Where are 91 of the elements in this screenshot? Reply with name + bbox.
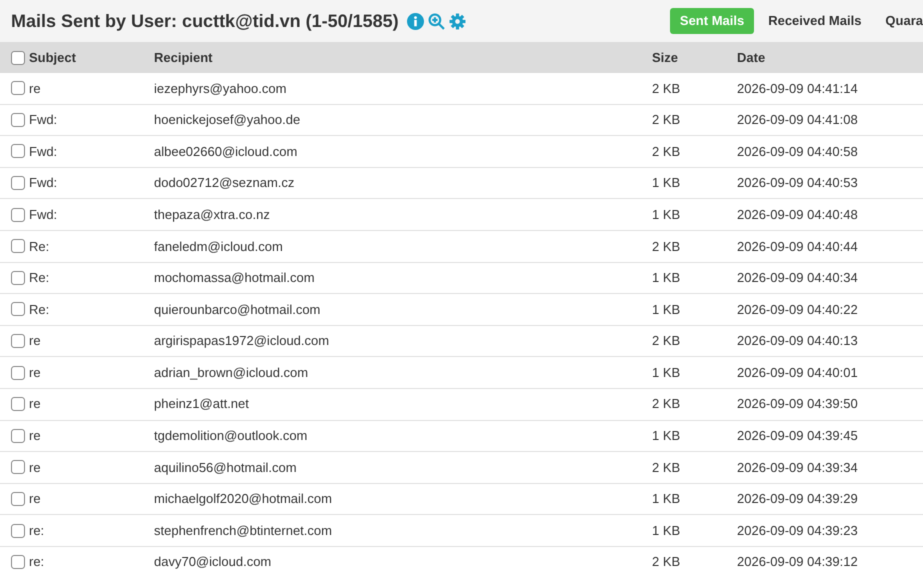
checkbox[interactable] [11, 144, 25, 158]
table-cell-text: 2026-09-09 04:39:45 [737, 427, 858, 446]
table-cell-text: re: [29, 553, 44, 572]
column-header[interactable]: Recipient [154, 48, 213, 68]
table-cell-text: 1 KB [652, 364, 680, 382]
table-cell-text: tgdemolition@outlook.com [154, 427, 308, 446]
table-cell-text: 1 KB [652, 174, 680, 192]
checkbox[interactable] [11, 555, 25, 570]
table-cell-text: quierounbarco@hotmail.com [154, 300, 320, 319]
table-cell-text: dodo02712@seznam.cz [154, 174, 294, 192]
table-cell-text: 2 KB [652, 238, 680, 256]
table-cell-text: aquilino56@hotmail.com [154, 458, 297, 477]
table-cell-text: Re: [29, 300, 50, 319]
checkbox[interactable] [11, 302, 25, 316]
table-cell-text: 2026-09-09 04:39:12 [737, 553, 858, 572]
table-cell-text: Fwd: [29, 111, 58, 130]
table-cell-text: re [29, 80, 41, 98]
table-cell-text: re [29, 458, 41, 477]
table-cell-text: davy70@icloud.com [154, 553, 272, 572]
table-cell-text: 2026-09-09 04:40:53 [737, 174, 858, 192]
table-cell-text: mochomassa@hotmail.com [154, 269, 315, 288]
table-cell-text: 2026-09-09 04:39:50 [737, 395, 858, 414]
table-cell-text: 1 KB [652, 300, 680, 319]
checkbox[interactable] [11, 366, 25, 380]
checkbox[interactable] [11, 239, 25, 254]
table-cell-text: 2 KB [652, 80, 680, 98]
table-cell-text: re [29, 427, 41, 446]
table-cell-text: 2026-09-09 04:40:44 [737, 238, 858, 256]
checkbox[interactable] [11, 208, 25, 222]
table-cell-text: 1 KB [652, 206, 680, 224]
table-cell-text: 1 KB [652, 269, 680, 288]
table-cell-text: 2 KB [652, 332, 680, 350]
table-cell-text: 2026-09-09 04:40:13 [737, 332, 858, 350]
table-cell-text: 2 KB [652, 395, 680, 414]
table-cell-text: 2026-09-09 04:40:22 [737, 300, 858, 319]
info-icon[interactable] [406, 12, 424, 30]
table-cell-text: re [29, 490, 41, 508]
table-cell-text: 1 KB [652, 427, 680, 446]
checkbox[interactable] [11, 270, 25, 285]
page-title: Mails Sent by User: cucttk@tid.vn (1-50/1585) [11, 10, 399, 33]
column-header[interactable]: Size [652, 48, 678, 68]
table-cell-text: 2 KB [652, 553, 680, 572]
checkbox[interactable] [11, 460, 25, 474]
table-cell-text: albee02660@icloud.com [154, 142, 298, 161]
table-cell-text: 2026-09-09 04:41:08 [737, 111, 858, 130]
table-cell-text: 1 KB [652, 522, 680, 540]
checkbox[interactable] [11, 492, 25, 506]
table-cell-text: 2026-09-09 04:39:23 [737, 522, 858, 540]
table-cell-text: 2 KB [652, 458, 680, 477]
table-cell-text: re [29, 364, 41, 382]
checkbox[interactable] [11, 334, 25, 348]
zoom-in-icon[interactable] [428, 12, 445, 30]
table-cell-text: michaelgolf2020@hotmail.com [154, 490, 332, 508]
table-cell-text: faneledm@icloud.com [154, 238, 283, 256]
table-cell-text: re [29, 332, 41, 350]
table-cell-text: hoenickejosef@yahoo.de [154, 111, 300, 130]
table-cell-text: 2026-09-09 04:40:01 [737, 364, 858, 382]
table-cell-text: pheinz1@att.net [154, 395, 249, 414]
checkbox[interactable] [11, 50, 25, 64]
table-cell-text: 2026-09-09 04:40:58 [737, 142, 858, 161]
table-cell-text: Fwd: [29, 174, 58, 192]
column-header[interactable]: Date [737, 48, 766, 68]
table-cell-text: argirispapas1972@icloud.com [154, 332, 330, 350]
checkbox[interactable] [11, 524, 25, 538]
table-cell-text: re: [29, 522, 44, 540]
table-cell-text: 2026-09-09 04:41:14 [737, 80, 858, 98]
table-cell-text: 2026-09-09 04:39:34 [737, 458, 858, 477]
table-cell-text: 2026-09-09 04:40:34 [737, 269, 858, 288]
tab[interactable]: Received Mails [758, 8, 872, 34]
column-header[interactable]: Subject [29, 48, 76, 68]
table-cell-text: thepaza@xtra.co.nz [154, 206, 270, 224]
table-cell-text: Re: [29, 238, 50, 256]
checkbox[interactable] [11, 112, 25, 127]
checkbox[interactable] [11, 81, 25, 96]
table-cell-text: adrian_brown@icloud.com [154, 364, 308, 382]
settings-icon[interactable] [448, 12, 466, 30]
table-cell-text: Re: [29, 269, 50, 288]
checkbox[interactable] [11, 428, 25, 443]
table-cell-text: 2026-09-09 04:40:48 [737, 206, 858, 224]
checkbox[interactable] [11, 397, 25, 412]
table-cell-text: iezephyrs@yahoo.com [154, 80, 286, 98]
table-cell-text: 2 KB [652, 111, 680, 130]
checkbox[interactable] [11, 176, 25, 190]
table-cell-text: 2026-09-09 04:39:29 [737, 490, 858, 508]
table-cell-text: 1 KB [652, 490, 680, 508]
table-cell-text: Fwd: [29, 206, 58, 224]
tab[interactable]: Quara [875, 8, 923, 34]
table-cell-text: stephenfrench@btinternet.com [154, 522, 332, 540]
table-cell-text: re [29, 395, 41, 414]
table-cell-text: Fwd: [29, 142, 58, 161]
table-cell-text: 2 KB [652, 142, 680, 161]
